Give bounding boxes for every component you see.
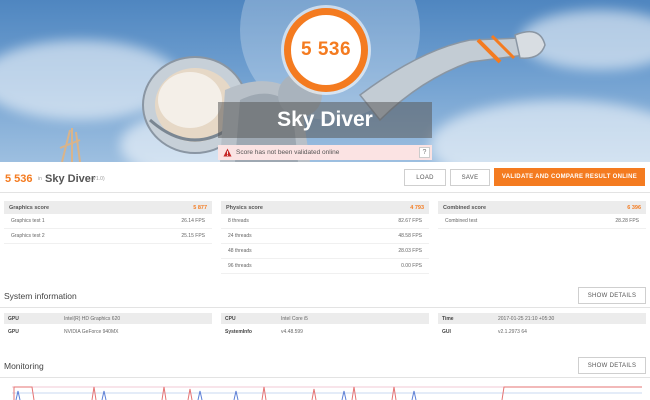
info-key: SystemInfo: [225, 328, 252, 335]
validate-compare-button[interactable]: VALIDATE AND COMPARE RESULT ONLINE: [494, 168, 645, 186]
graphics-score-value: 5 877: [193, 204, 207, 211]
combined-score-panel: Combined score 6 396 Combined test 28.28…: [438, 201, 646, 229]
result-header: 5 536 in Sky Diver (V1.0) LOAD SAVE VALI…: [0, 165, 650, 193]
warning-icon: [222, 148, 232, 158]
system-info-row: CPU Intel Core i5: [221, 313, 429, 324]
system-info-show-details-button[interactable]: SHOW DETAILS: [578, 287, 646, 304]
info-value: v2.1.2973 64: [498, 328, 527, 335]
table-row: 8 threads 82.67 FPS: [221, 214, 429, 229]
row-label: 96 threads: [228, 263, 252, 269]
result-score: 5 536: [5, 173, 33, 185]
info-key: Time: [442, 315, 454, 322]
system-info-row: SystemInfo v4.48.599: [221, 326, 429, 337]
info-value: NVIDIA GeForce 940MX: [64, 328, 119, 335]
combined-score-title: Combined score: [443, 204, 487, 211]
table-row: 24 threads 48.58 FPS: [221, 229, 429, 244]
info-key: GUI: [442, 328, 451, 335]
info-key: GPU: [8, 328, 19, 335]
physics-score-header: Physics score 4 793: [221, 201, 429, 214]
monitoring-show-details-button[interactable]: SHOW DETAILS: [578, 357, 646, 374]
result-version: (V1.0): [91, 176, 105, 182]
save-button[interactable]: SAVE: [450, 169, 490, 186]
system-info-row: GPU NVIDIA GeForce 940MX: [4, 326, 212, 337]
section-divider: [0, 307, 650, 308]
overall-score-badge: 5 536: [284, 8, 368, 92]
row-label: 48 threads: [228, 248, 252, 254]
graphics-score-panel: Graphics score 5 877 Graphics test 1 26.…: [4, 201, 212, 244]
row-value: 28.28 FPS: [615, 218, 639, 224]
info-key: CPU: [225, 315, 236, 322]
combined-score-value: 6 396: [627, 204, 641, 211]
row-label: 24 threads: [228, 233, 252, 239]
section-divider: [0, 377, 650, 378]
row-value: 0.00 FPS: [401, 263, 422, 269]
row-value: 48.58 FPS: [398, 233, 422, 239]
row-value: 26.14 FPS: [181, 218, 205, 224]
monitoring-title: Monitoring: [4, 361, 44, 371]
row-value: 28.03 FPS: [398, 248, 422, 254]
row-value: 82.67 FPS: [398, 218, 422, 224]
hero-test-name: Sky Diver: [218, 102, 432, 138]
graphics-score-header: Graphics score 5 877: [4, 201, 212, 214]
hero-banner: 5 536 Sky Diver Score has not been valid…: [0, 0, 650, 162]
overall-score: 5 536: [300, 39, 352, 60]
row-label: Combined test: [445, 218, 478, 224]
info-key: GPU: [8, 315, 19, 322]
system-info-title: System information: [4, 291, 77, 301]
row-label: Graphics test 2: [11, 233, 45, 239]
physics-score-title: Physics score: [226, 204, 263, 211]
system-info-row: GPU Intel(R) HD Graphics 620: [4, 313, 212, 324]
result-test-name: Sky Diver: [45, 173, 96, 185]
table-row: Graphics test 1 26.14 FPS: [4, 214, 212, 229]
table-row: 48 threads 28.03 FPS: [221, 244, 429, 259]
table-row: Graphics test 2 25.15 FPS: [4, 229, 212, 244]
system-info-row: GUI v2.1.2973 64: [438, 326, 646, 337]
info-value: Intel(R) HD Graphics 620: [64, 315, 121, 322]
info-value: Intel Core i5: [281, 315, 308, 322]
physics-score-panel: Physics score 4 793 8 threads 82.67 FPS …: [221, 201, 429, 274]
info-value: 2017-01-25 21:10 +05:30: [498, 315, 555, 322]
combined-score-header: Combined score 6 396: [438, 201, 646, 214]
monitoring-graph: [12, 386, 642, 400]
system-info-row: Time 2017-01-25 21:10 +05:30: [438, 313, 646, 324]
table-row: 96 threads 0.00 FPS: [221, 259, 429, 274]
row-label: Graphics test 1: [11, 218, 45, 224]
row-label: 8 threads: [228, 218, 249, 224]
load-button[interactable]: LOAD: [404, 169, 446, 186]
validation-message: Score has not been validated online: [236, 149, 340, 156]
graphics-score-title: Graphics score: [9, 204, 50, 211]
physics-score-value: 4 793: [410, 204, 424, 211]
result-in-label: in: [38, 176, 42, 182]
help-icon[interactable]: ?: [419, 147, 430, 158]
validation-warning: Score has not been validated online ?: [218, 145, 432, 160]
table-row: Combined test 28.28 FPS: [438, 214, 646, 229]
info-value: v4.48.599: [281, 328, 303, 335]
row-value: 25.15 FPS: [181, 233, 205, 239]
